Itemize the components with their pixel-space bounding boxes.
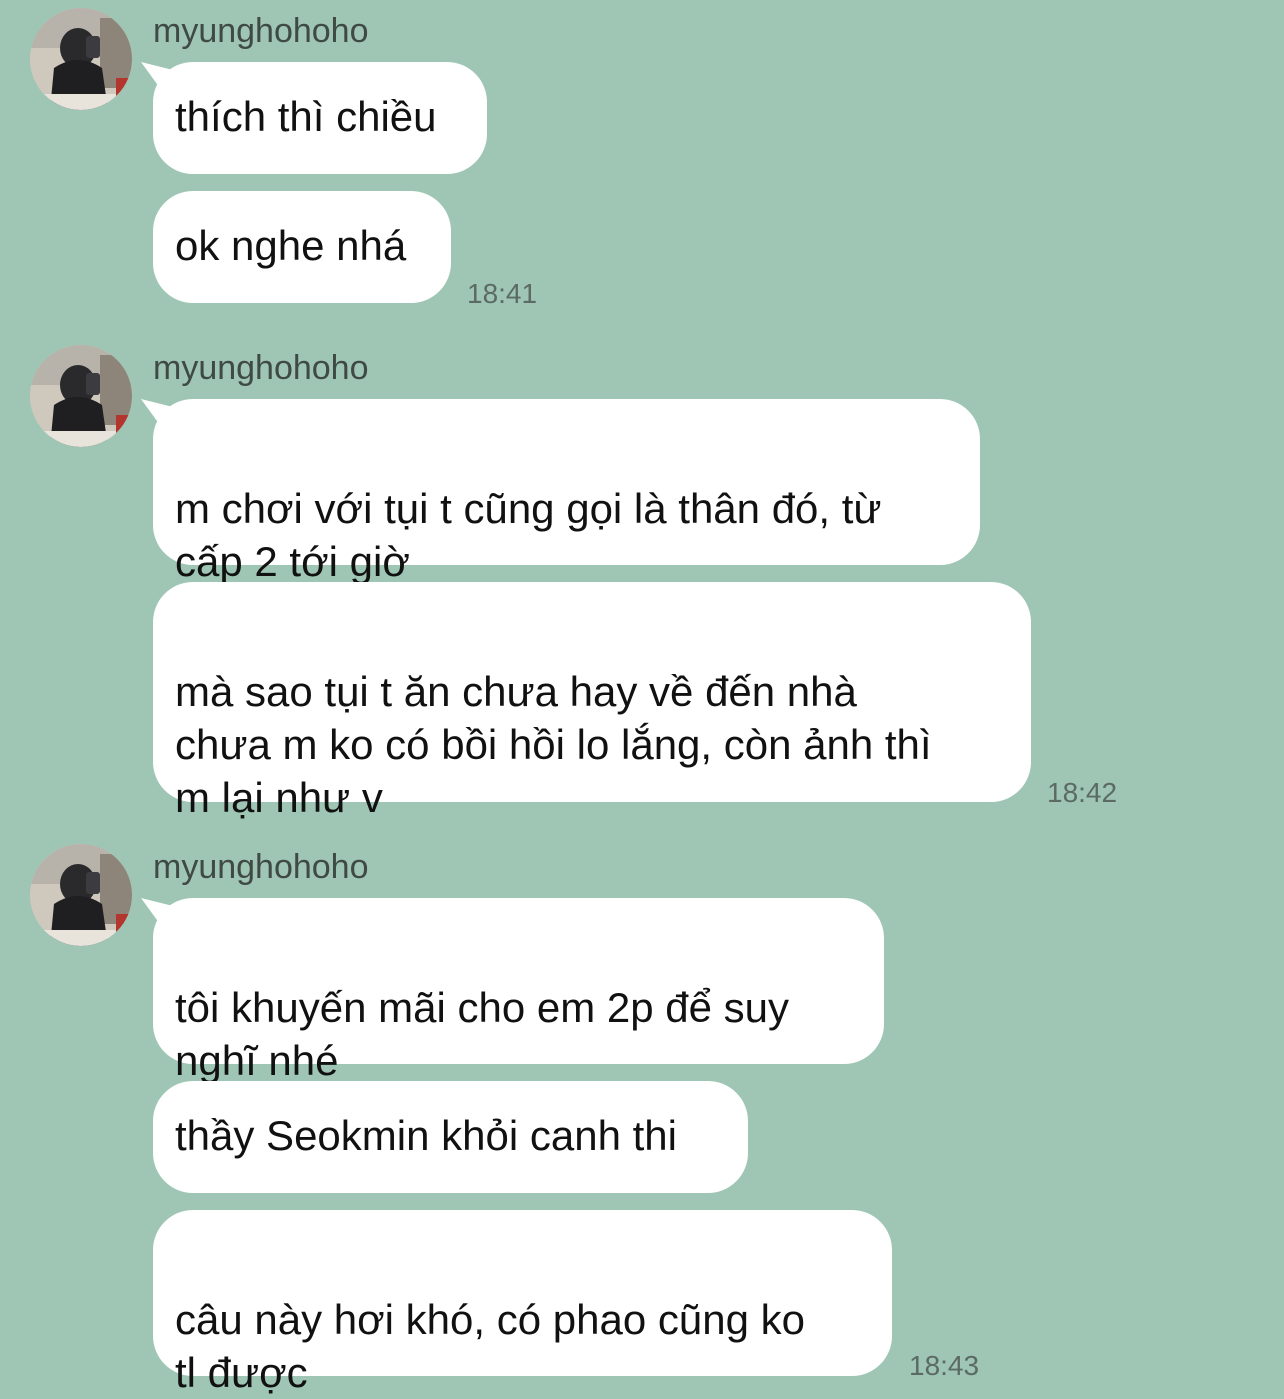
message-timestamp: 18:42 bbox=[1047, 777, 1118, 808]
message-bubble[interactable]: m chơi với tụi t cũng gọi là thân đó, từ… bbox=[153, 399, 980, 585]
sender-avatar[interactable] bbox=[30, 844, 132, 946]
message-bubble[interactable]: mà sao tụi t ăn chưa hay về đến nhà chưa… bbox=[153, 582, 1031, 821]
message-bubble[interactable]: ok nghe nhá bbox=[153, 191, 451, 303]
chat-thread: myunghohoho thích thì chiều ok nghe nhá … bbox=[0, 0, 1284, 1399]
message-text: câu này hơi khó, có phao cũng ko tl được bbox=[175, 1296, 805, 1396]
avatar-photo-icon bbox=[30, 8, 132, 110]
message-bubble[interactable]: thầy Seokmin khỏi canh thi bbox=[153, 1081, 748, 1193]
sender-avatar[interactable] bbox=[30, 8, 132, 110]
message-text: mà sao tụi t ăn chưa hay về đến nhà chưa… bbox=[175, 668, 932, 821]
avatar-photo-icon bbox=[30, 844, 132, 946]
message-timestamp: 18:43 bbox=[909, 1350, 980, 1381]
message-bubble[interactable]: câu này hơi khó, có phao cũng ko tl được bbox=[153, 1210, 892, 1396]
message-text: ok nghe nhá bbox=[175, 222, 407, 269]
message-text: thầy Seokmin khỏi canh thi bbox=[175, 1112, 677, 1159]
message-text: thích thì chiều bbox=[175, 93, 437, 140]
message-text: m chơi với tụi t cũng gọi là thân đó, từ… bbox=[175, 485, 882, 585]
avatar-photo-icon bbox=[30, 345, 132, 447]
message-bubble[interactable]: tôi khuyến mãi cho em 2p để suy nghĩ nhé bbox=[153, 898, 884, 1084]
sender-name: myunghohoho bbox=[153, 349, 369, 387]
message-text: tôi khuyến mãi cho em 2p để suy nghĩ nhé bbox=[175, 984, 790, 1084]
message-timestamp: 18:41 bbox=[467, 278, 538, 309]
sender-name: myunghohoho bbox=[153, 848, 369, 886]
sender-avatar[interactable] bbox=[30, 345, 132, 447]
sender-name: myunghohoho bbox=[153, 12, 369, 50]
message-bubble[interactable]: thích thì chiều bbox=[153, 62, 487, 174]
